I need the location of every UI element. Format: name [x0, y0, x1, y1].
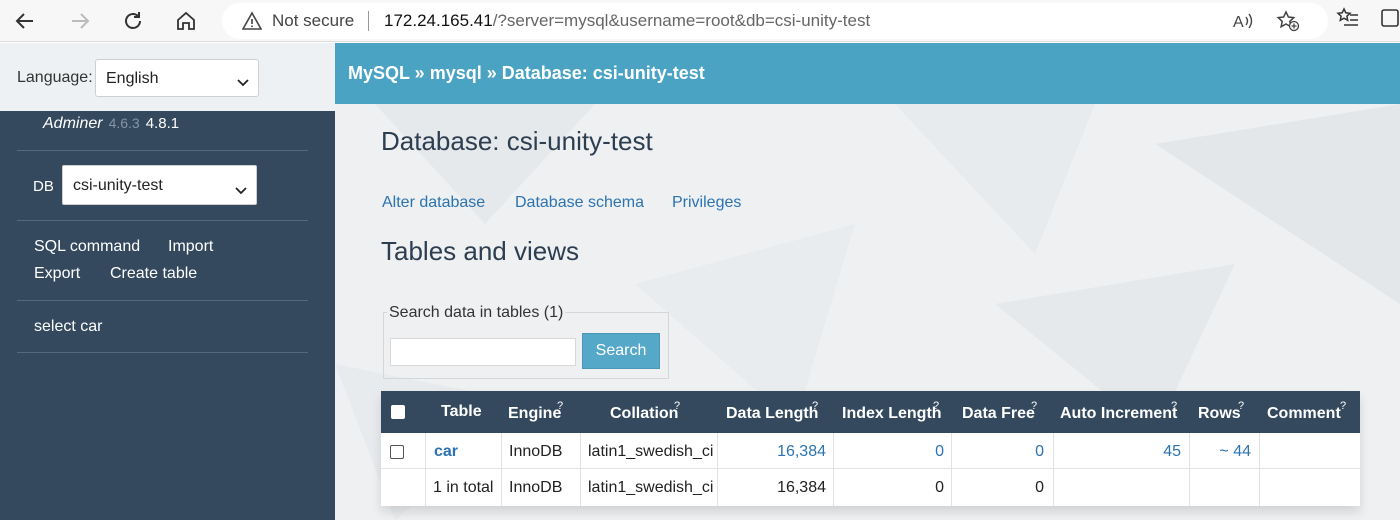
total-data-free-cell: 0 — [1035, 479, 1044, 496]
add-favorite-icon[interactable] — [1276, 10, 1300, 37]
breadcrumb-bar: MySQL » mysql » Database: csi-unity-test — [335, 43, 1400, 104]
forward-arrow-icon[interactable] — [65, 6, 95, 36]
address-bar[interactable]: Not secure 172.24.165.41/?server=mysql&u… — [222, 3, 1328, 39]
home-icon[interactable] — [171, 6, 201, 36]
db-select[interactable]: csi-unity-test — [62, 165, 257, 205]
table-header: Table Engine? Collation? Data Length? In… — [381, 391, 1360, 433]
total-row: 1 in total InnoDB latin1_swedish_ci 16,3… — [381, 469, 1360, 505]
language-label: Language: — [17, 69, 93, 86]
total-index-length-cell: 0 — [935, 479, 944, 496]
not-secure-label: Not secure — [272, 11, 355, 30]
brand: Adminer 4.6.3 4.8.1 — [43, 115, 179, 133]
read-aloud-icon[interactable]: A — [1232, 11, 1254, 36]
table-row: car InnoDB latin1_swedish_ci 16,384 0 0 … — [381, 433, 1360, 469]
old-version: 4.6.3 — [108, 115, 140, 131]
collation-cell: latin1_swedish_ci — [588, 443, 714, 460]
back-arrow-icon[interactable] — [10, 6, 40, 36]
tab-database-schema[interactable]: Database schema — [515, 194, 644, 212]
total-count-cell: 1 in total — [433, 479, 494, 496]
url-text[interactable]: 172.24.165.41/?server=mysql&username=roo… — [384, 11, 870, 31]
select-car-link[interactable]: select car — [34, 318, 102, 336]
language-bar: Language: English — [0, 43, 335, 111]
sidebar-divider — [17, 352, 308, 353]
row-checkbox[interactable] — [390, 445, 404, 459]
breadcrumb[interactable]: MySQL » mysql » Database: csi-unity-test — [348, 63, 705, 84]
engine-cell: InnoDB — [509, 443, 563, 460]
sidebar-divider — [17, 300, 308, 301]
search-legend: Search data in tables (1) — [387, 304, 566, 322]
refresh-icon[interactable] — [118, 6, 148, 36]
export-link[interactable]: Export — [34, 265, 80, 283]
search-input[interactable] — [390, 338, 576, 366]
import-link[interactable]: Import — [168, 238, 213, 256]
db-label: DB — [33, 178, 54, 195]
chevron-down-icon — [235, 182, 247, 200]
tables-table: Table Engine? Collation? Data Length? In… — [381, 391, 1360, 506]
new-version[interactable]: 4.8.1 — [146, 115, 179, 132]
select-all-checkbox[interactable] — [391, 405, 405, 419]
sidebar-divider — [17, 150, 308, 151]
page-title: Database: csi-unity-test — [381, 126, 653, 156]
url-path: /?server=mysql&username=root&db=csi-unit… — [492, 11, 871, 30]
index-length-link[interactable]: 0 — [935, 443, 944, 461]
total-engine-cell: InnoDB — [509, 479, 563, 496]
address-divider — [368, 11, 369, 31]
browser-toolbar: Not secure 172.24.165.41/?server=mysql&u… — [0, 0, 1400, 42]
favorites-icon[interactable] — [1336, 6, 1360, 35]
tab-alter-database[interactable]: Alter database — [382, 194, 485, 212]
brand-name[interactable]: Adminer — [43, 115, 103, 132]
tab-privileges[interactable]: Privileges — [672, 194, 741, 212]
main-content: Database: csi-unity-test Alter database … — [335, 104, 1400, 520]
search-button[interactable]: Search — [582, 333, 660, 369]
svg-text:A: A — [1233, 14, 1244, 31]
sidebar: Adminer 4.6.3 4.8.1 DB csi-unity-test SQL … — [0, 111, 335, 520]
chevron-down-icon — [237, 74, 249, 92]
sidebar-divider — [17, 220, 308, 221]
warning-icon[interactable] — [241, 11, 263, 36]
total-collation-cell: latin1_swedish_ci — [588, 479, 714, 496]
data-free-link[interactable]: 0 — [1035, 443, 1044, 461]
url-host: 172.24.165.41 — [384, 11, 493, 30]
total-data-length-cell: 16,384 — [777, 479, 826, 496]
db-selected-value: csi-unity-test — [73, 177, 163, 194]
sql-command-link[interactable]: SQL command — [34, 238, 140, 256]
section-title: Tables and views — [381, 236, 579, 266]
create-table-link[interactable]: Create table — [110, 265, 197, 283]
data-length-link[interactable]: 16,384 — [777, 443, 826, 461]
auto-increment-link[interactable]: 45 — [1163, 443, 1181, 461]
language-select[interactable]: English — [95, 59, 259, 97]
language-selected-value: English — [106, 70, 159, 87]
table-name-link[interactable]: car — [434, 443, 458, 461]
collections-icon[interactable] — [1378, 6, 1400, 35]
rows-link[interactable]: ~ 44 — [1219, 443, 1251, 461]
